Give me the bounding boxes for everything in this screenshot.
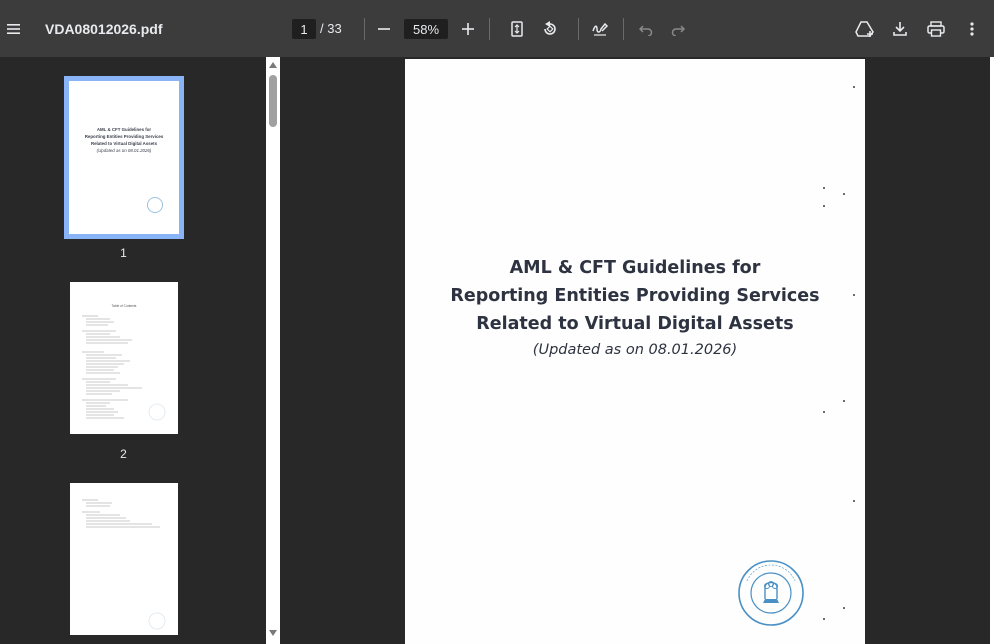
scrollbar-thumb[interactable] [269,75,277,127]
pdf-page-1: AML & CFT Guidelines for Reporting Entit… [405,59,865,644]
thumbnail-page-2[interactable]: Table of Contents [70,282,178,434]
scan-speck [823,411,825,413]
toolbar-divider [489,18,490,40]
scroll-down-arrow-icon[interactable] [269,630,277,636]
zoom-input[interactable]: 58% [404,19,448,39]
scan-speck [843,193,845,195]
scan-speck [843,400,845,402]
thumb-page-lines [82,499,166,630]
toolbar-divider [364,18,365,40]
print-icon[interactable] [922,15,950,43]
scan-speck [853,294,855,296]
draw-icon[interactable] [586,15,614,43]
scroll-up-arrow-icon[interactable] [269,62,277,68]
pdf-toolbar: VDA08012026.pdf 1 / 33 58% [0,0,994,57]
thumb-emblem-icon [147,197,163,213]
thumb-title-line: Reporting Entities Providing Services [84,134,164,139]
thumb-title-line: Related to Virtual Digital Assets [90,141,158,146]
thumbnail-page-number: 2 [120,447,127,461]
sidebar-scrollbar[interactable] [266,57,280,644]
scan-speck [823,205,825,207]
fiu-emblem-icon [737,559,805,627]
thumbnail-page-1[interactable]: AML & CFT Guidelines for Reporting Entit… [64,76,184,239]
scan-speck [843,607,845,609]
thumb-title-line: AML & CFT Guidelines for [96,127,152,132]
toolbar-divider [578,18,579,40]
doc-subtitle: (Updated as on 08.01.2026) [532,342,738,358]
document-viewer: AML & CFT Guidelines for Reporting Entit… [280,57,994,644]
thumb-subtitle: (Updated as on 08.01.2026) [96,148,152,153]
doc-title-line-3: Related to Virtual Digital Assets [476,314,794,334]
fit-page-icon[interactable] [503,15,531,43]
rotate-icon[interactable] [536,15,564,43]
zoom-in-button[interactable] [454,15,482,43]
scan-speck [853,86,855,88]
add-to-drive-icon[interactable] [851,15,879,43]
more-options-icon[interactable] [958,15,986,43]
file-name: VDA08012026.pdf [45,21,163,37]
menu-icon[interactable] [0,15,28,43]
thumbnail-page-number: 1 [120,246,127,260]
redo-icon[interactable] [664,15,692,43]
doc-title-line-1: AML & CFT Guidelines for [509,258,761,278]
scan-speck [823,618,825,620]
doc-title-line-2: Reporting Entities Providing Services [450,286,820,306]
thumbnail-sidebar: AML & CFT Guidelines for Reporting Entit… [0,57,266,644]
page-right-gutter [990,57,994,644]
zoom-out-button[interactable] [370,15,398,43]
thumb-title: AML & CFT Guidelines for Reporting Entit… [69,126,179,154]
undo-icon[interactable] [632,15,660,43]
thumb-toc-lines [82,315,166,421]
thumbnail-page-3[interactable] [70,483,178,635]
scan-speck [823,187,825,189]
download-icon[interactable] [886,15,914,43]
scan-speck [853,500,855,502]
page-total: / 33 [320,21,342,36]
toolbar-divider [623,18,624,40]
page-number-input[interactable]: 1 [292,19,316,39]
